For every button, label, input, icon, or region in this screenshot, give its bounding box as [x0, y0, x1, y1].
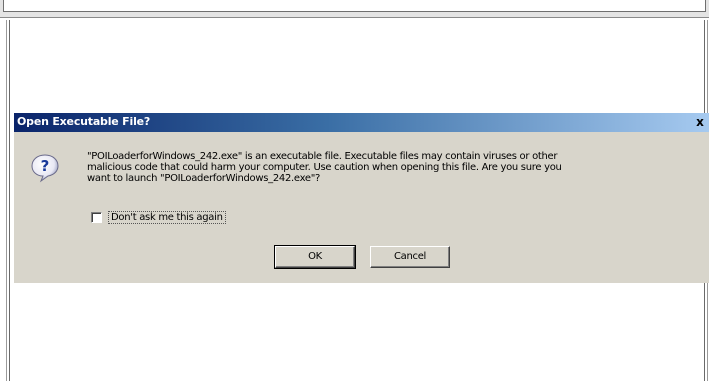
question-icon: ? [31, 154, 59, 183]
dont-ask-again-checkbox[interactable] [91, 211, 102, 223]
open-executable-dialog: Open Executable File? x ? "POILoaderforW… [14, 113, 709, 283]
cancel-button[interactable]: Cancel [370, 246, 450, 268]
left-frame-border-outer [6, 20, 7, 381]
message-line: malicious code that could harm your comp… [87, 162, 562, 173]
left-frame-border [9, 20, 10, 381]
dont-ask-again-label[interactable]: Don't ask me this again [108, 210, 226, 224]
close-button[interactable]: x [692, 115, 708, 130]
top-frame-strip [0, 0, 709, 18]
top-frame-inner [3, 0, 706, 12]
dont-ask-again-row[interactable]: Don't ask me this again [91, 210, 226, 224]
dialog-title: Open Executable File? [17, 115, 151, 128]
svg-text:?: ? [41, 157, 50, 175]
close-icon: x [696, 115, 704, 129]
dialog-titlebar[interactable]: Open Executable File? x [14, 113, 709, 132]
ok-button[interactable]: OK [274, 245, 356, 269]
dialog-message: "POILoaderforWindows_242.exe" is an exec… [87, 151, 697, 184]
message-line: "POILoaderforWindows_242.exe" is an exec… [87, 151, 558, 162]
message-line: want to launch "POILoaderforWindows_242.… [87, 173, 321, 184]
